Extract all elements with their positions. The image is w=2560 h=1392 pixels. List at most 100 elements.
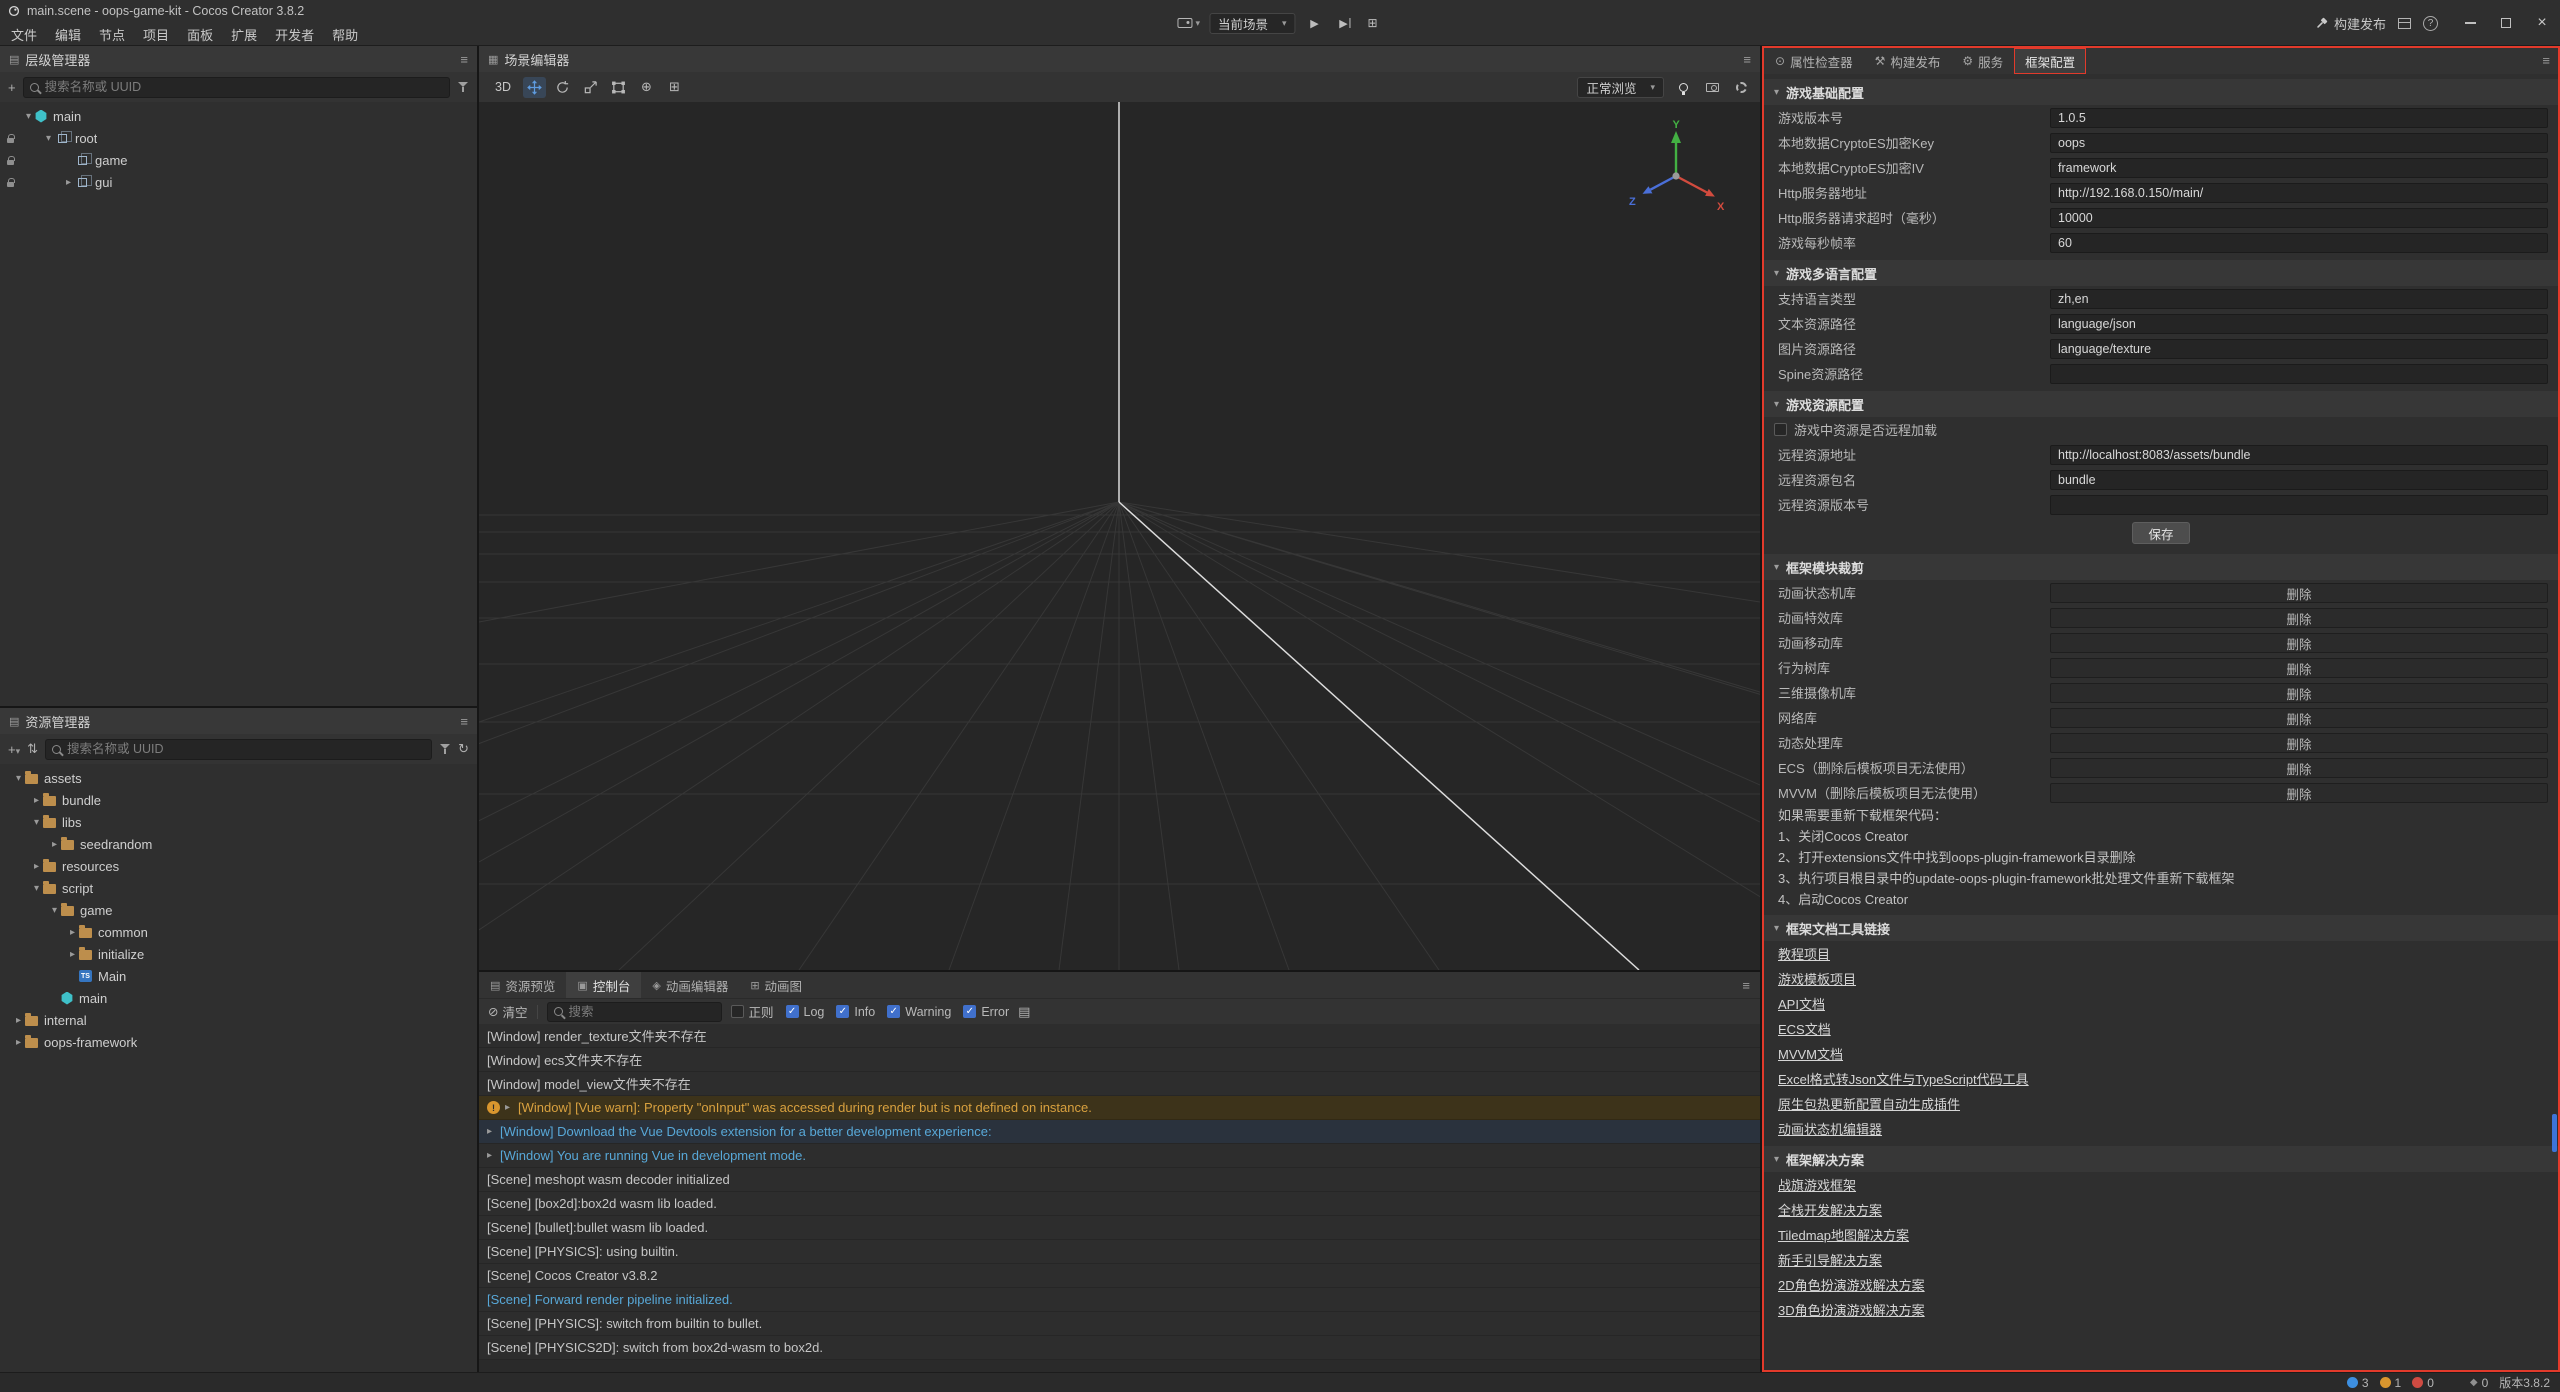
module-delete-button[interactable]: 删除 — [2050, 633, 2548, 653]
solution-link[interactable]: 战旗游戏框架 — [1778, 1175, 1856, 1194]
maximize-button[interactable] — [2496, 13, 2516, 33]
remote-load-checkbox[interactable] — [1774, 423, 1787, 436]
hierarchy-node-row[interactable]: gui — [0, 171, 477, 193]
console-log-row[interactable]: ! ▸ [Window] Download the Vue Devtools e… — [479, 1120, 1760, 1144]
menu-item[interactable]: 面板 — [178, 22, 222, 46]
field-input[interactable] — [2050, 158, 2548, 178]
field-input[interactable] — [2050, 339, 2548, 359]
camera-settings-button[interactable] — [1702, 77, 1722, 97]
console-filter-checkbox[interactable]: Warning — [887, 1005, 951, 1019]
hierarchy-node-row[interactable]: main — [0, 105, 477, 127]
package-icon[interactable] — [2398, 18, 2411, 29]
console-log-row[interactable]: ! ▸ [Scene] [bullet]:bullet wasm lib loa… — [479, 1216, 1760, 1240]
menu-item[interactable]: 扩展 — [222, 22, 266, 46]
doc-link[interactable]: ECS文档 — [1778, 1019, 1831, 1038]
status-info-count[interactable]: 3 — [2347, 1376, 2369, 1390]
field-input[interactable] — [2050, 364, 2548, 384]
expand-arrow-icon[interactable] — [12, 1037, 25, 1048]
expand-arrow-icon[interactable] — [30, 817, 43, 828]
play-button[interactable]: ▶ — [1305, 13, 1325, 33]
close-button[interactable]: × — [2532, 13, 2552, 33]
field-input[interactable] — [2050, 233, 2548, 253]
filter-icon[interactable] — [457, 81, 469, 93]
console-tab[interactable]: 动画编辑器 — [641, 972, 739, 998]
build-publish-button[interactable]: 构建发布 — [2315, 14, 2386, 33]
create-asset-button[interactable]: +▾ — [8, 742, 20, 757]
view-filter-select[interactable]: 正常浏览 ▾ — [1577, 77, 1664, 98]
field-input[interactable] — [2050, 470, 2548, 490]
export-log-icon[interactable]: ▤ — [1018, 1004, 1030, 1020]
module-delete-button[interactable]: 删除 — [2050, 708, 2548, 728]
menu-item[interactable]: 节点 — [90, 22, 134, 46]
section-header-modules[interactable]: ▾ 框架模块裁剪 — [1764, 554, 2558, 580]
expand-arrow-icon[interactable] — [66, 949, 79, 960]
asset-node-row[interactable]: common — [0, 921, 477, 943]
doc-link[interactable]: 教程项目 — [1778, 944, 1830, 963]
module-delete-button[interactable]: 删除 — [2050, 608, 2548, 628]
solution-link[interactable]: 全栈开发解决方案 — [1778, 1200, 1882, 1219]
scrollbar-thumb[interactable] — [2552, 1114, 2557, 1152]
console-log-row[interactable]: ! ▸ [Scene] [PHYSICS]: switch from built… — [479, 1312, 1760, 1336]
doc-link[interactable]: API文档 — [1778, 994, 1825, 1013]
lighting-toggle-button[interactable] — [1673, 77, 1693, 97]
status-error-count[interactable]: 0 — [2412, 1376, 2434, 1390]
asset-node-row[interactable]: oops-framework — [0, 1031, 477, 1053]
inspector-tab[interactable]: 属性检查器 — [1764, 48, 1864, 74]
console-log-row[interactable]: ! ▸ [Scene] [PHYSICS]: using builtin. — [479, 1240, 1760, 1264]
console-log-row[interactable]: ! ▸ [Window] render_texture文件夹不存在 — [479, 1024, 1760, 1048]
asset-node-row[interactable]: bundle — [0, 789, 477, 811]
expand-arrow-icon[interactable] — [12, 1015, 25, 1026]
field-input[interactable] — [2050, 495, 2548, 515]
console-log-row[interactable]: ! ▸ [Window] ecs文件夹不存在 — [479, 1048, 1760, 1072]
field-input[interactable] — [2050, 314, 2548, 334]
doc-link[interactable]: MVVM文档 — [1778, 1044, 1843, 1063]
asset-node-row[interactable]: assets — [0, 767, 477, 789]
assets-search-input[interactable] — [67, 742, 425, 756]
field-input[interactable] — [2050, 208, 2548, 228]
axis-gizmo[interactable]: Y X Z — [1624, 118, 1728, 218]
expand-arrow-icon[interactable] — [30, 883, 43, 894]
layout-button[interactable]: ⊞ — [1363, 13, 1383, 33]
section-header-docs[interactable]: ▾ 框架文档工具链接 — [1764, 915, 2558, 941]
console-log-row[interactable]: ! ▸ [Scene] [PHYSICS2D]: switch from box… — [479, 1336, 1760, 1360]
inspector-tab[interactable]: 框架配置 — [2014, 48, 2086, 74]
hierarchy-node-row[interactable]: game — [0, 149, 477, 171]
menu-item[interactable]: 开发者 — [266, 22, 323, 46]
console-log-row[interactable]: ! ▸ [Scene] meshopt wasm decoder initial… — [479, 1168, 1760, 1192]
console-filter-checkbox[interactable]: Error — [963, 1005, 1009, 1019]
hierarchy-node-row[interactable]: root — [0, 127, 477, 149]
menu-item[interactable]: 编辑 — [46, 22, 90, 46]
console-log-row[interactable]: ! ▸ [Window] You are running Vue in deve… — [479, 1144, 1760, 1168]
menu-item[interactable]: 项目 — [134, 22, 178, 46]
doc-link[interactable]: Excel格式转Json文件与TypeScript代码工具 — [1778, 1069, 2029, 1088]
solution-link[interactable]: 3D角色扮演游戏解决方案 — [1778, 1300, 1925, 1319]
console-filter-checkbox[interactable]: Log — [786, 1005, 825, 1019]
module-delete-button[interactable]: 删除 — [2050, 733, 2548, 753]
status-warning-count[interactable]: 1 — [2380, 1376, 2402, 1390]
expand-arrow-icon[interactable] — [30, 795, 43, 806]
save-button[interactable]: 保存 — [2132, 522, 2190, 544]
console-filter-checkbox[interactable]: Info — [836, 1005, 875, 1019]
console-log-row[interactable]: ! ▸ [Scene] [box2d]:box2d wasm lib loade… — [479, 1192, 1760, 1216]
panel-menu-icon[interactable]: ≡ — [460, 52, 468, 67]
console-tab[interactable]: 动画图 — [739, 972, 813, 998]
minimize-button[interactable] — [2460, 13, 2480, 33]
asset-node-row[interactable]: internal — [0, 1009, 477, 1031]
asset-node-row[interactable]: seedrandom — [0, 833, 477, 855]
console-filter-checkbox[interactable]: 正则 — [731, 1002, 774, 1021]
solution-link[interactable]: Tiledmap地图解决方案 — [1778, 1225, 1909, 1244]
expand-arrow-icon[interactable] — [66, 927, 79, 938]
console-clear-button[interactable]: ⊘ 清空 — [488, 1002, 528, 1021]
expand-arrow-icon[interactable] — [48, 905, 61, 916]
doc-link[interactable]: 动画状态机编辑器 — [1778, 1119, 1882, 1138]
asset-node-row[interactable]: Main — [0, 965, 477, 987]
module-delete-button[interactable]: 删除 — [2050, 658, 2548, 678]
console-search-input[interactable] — [569, 1005, 715, 1019]
section-header-solutions[interactable]: ▾ 框架解决方案 — [1764, 1146, 2558, 1172]
field-input[interactable] — [2050, 445, 2548, 465]
expand-arrow-icon[interactable] — [48, 839, 61, 850]
scale-tool-button[interactable] — [579, 77, 602, 98]
filter-icon[interactable] — [439, 743, 451, 755]
field-input[interactable] — [2050, 289, 2548, 309]
hierarchy-search-input[interactable] — [45, 80, 443, 94]
